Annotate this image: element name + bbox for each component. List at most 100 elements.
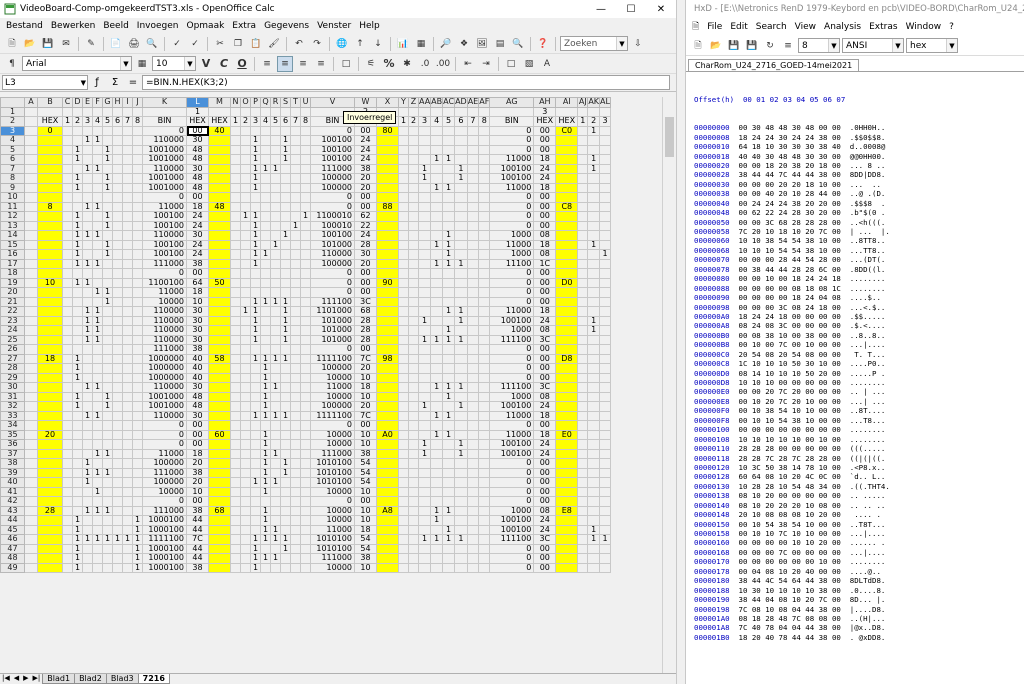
cell[interactable]: [430, 439, 444, 450]
cell[interactable]: [24, 135, 38, 146]
cell[interactable]: [587, 543, 601, 554]
cell[interactable]: 1: [417, 448, 432, 459]
cell[interactable]: [577, 562, 589, 573]
cell[interactable]: 100100: [489, 448, 535, 459]
cell[interactable]: [82, 353, 93, 364]
cell[interactable]: 1: [260, 439, 271, 450]
copy-icon[interactable]: ❐: [230, 36, 246, 52]
cell[interactable]: 44: [186, 543, 209, 554]
row-header[interactable]: 3: [0, 125, 25, 136]
cell[interactable]: 1: [430, 182, 444, 193]
cell[interactable]: [300, 562, 311, 573]
menu-invoegen[interactable]: Invoegen: [133, 21, 183, 31]
cell[interactable]: [478, 353, 491, 364]
cell[interactable]: [599, 325, 611, 336]
cell[interactable]: [587, 429, 601, 440]
column-header[interactable]: S: [280, 97, 291, 108]
cell[interactable]: [62, 458, 73, 469]
chevron-down-icon[interactable]: ▼: [828, 39, 839, 52]
cell[interactable]: [478, 534, 491, 545]
sheet-tab-7216[interactable]: 7216: [137, 674, 170, 684]
cell[interactable]: [24, 562, 38, 573]
cell[interactable]: [132, 467, 143, 478]
cell[interactable]: [376, 363, 399, 374]
cell[interactable]: [280, 287, 291, 298]
cell[interactable]: [112, 420, 123, 431]
cell[interactable]: [92, 125, 103, 136]
cell[interactable]: [112, 391, 123, 402]
cell[interactable]: [230, 239, 241, 250]
cell[interactable]: [62, 192, 73, 203]
cell[interactable]: 110000: [142, 315, 187, 326]
hex-line[interactable]: 000001B0 18 20 40 78 44 44 38 00 . @xDD8…: [694, 633, 1024, 642]
cell[interactable]: [376, 220, 399, 231]
cell[interactable]: 00: [186, 439, 209, 450]
cell[interactable]: [398, 268, 409, 279]
cell[interactable]: 38: [186, 505, 209, 516]
cell[interactable]: [270, 334, 281, 345]
cell[interactable]: [72, 315, 83, 326]
cell[interactable]: [290, 315, 301, 326]
cell[interactable]: [466, 344, 480, 355]
cell[interactable]: 24: [354, 230, 377, 241]
cell[interactable]: 30: [186, 382, 209, 393]
cell[interactable]: [92, 268, 103, 279]
cell[interactable]: [270, 363, 281, 374]
cell[interactable]: [132, 505, 143, 516]
cell[interactable]: [208, 401, 231, 412]
hex-bytes[interactable]: 00 00 3C 68 28 28 28 00: [730, 218, 850, 227]
cell[interactable]: 0: [142, 429, 187, 440]
new-file-icon[interactable]: 🗎: [690, 38, 706, 54]
cell[interactable]: [260, 420, 271, 431]
cell[interactable]: [290, 277, 301, 288]
cell[interactable]: 40: [186, 353, 209, 364]
cell[interactable]: [270, 211, 281, 222]
row-header[interactable]: 11: [0, 201, 25, 212]
cell[interactable]: [62, 467, 73, 478]
hex-bytes[interactable]: 10 30 10 10 10 10 38 00: [730, 586, 850, 595]
cell[interactable]: 0: [489, 467, 535, 478]
cell[interactable]: [408, 401, 419, 412]
cell[interactable]: [555, 239, 579, 250]
row-header[interactable]: 34: [0, 420, 25, 431]
cell[interactable]: [577, 296, 589, 307]
column-header[interactable]: AH: [533, 97, 557, 108]
cell[interactable]: [454, 420, 468, 431]
hex-ascii[interactable]: ....P0..: [850, 359, 886, 368]
cell[interactable]: [555, 372, 579, 383]
bold-icon[interactable]: V: [198, 56, 214, 72]
cell[interactable]: [132, 192, 143, 203]
cell[interactable]: [577, 515, 589, 526]
cell[interactable]: [250, 429, 261, 440]
cell[interactable]: 1: [82, 201, 93, 212]
cell[interactable]: [599, 382, 611, 393]
cell[interactable]: [300, 249, 311, 260]
display-mode-select[interactable]: hex ▼: [906, 38, 958, 53]
cell[interactable]: [270, 306, 281, 317]
undo-icon[interactable]: ↶: [291, 36, 307, 52]
cell[interactable]: [62, 239, 73, 250]
cell[interactable]: [24, 401, 38, 412]
cell[interactable]: [478, 125, 491, 136]
cell[interactable]: 00: [186, 429, 209, 440]
cell[interactable]: [270, 201, 281, 212]
cell[interactable]: [587, 334, 601, 345]
cell[interactable]: 1000: [489, 325, 535, 336]
cell[interactable]: [37, 230, 63, 241]
cell[interactable]: [300, 353, 311, 364]
cell[interactable]: [587, 467, 601, 478]
cell[interactable]: 1: [587, 524, 601, 535]
cell[interactable]: [112, 163, 123, 174]
cell[interactable]: [280, 496, 291, 507]
column-header[interactable]: R: [270, 97, 281, 108]
cell[interactable]: [300, 163, 311, 174]
sheet-tab-blad2[interactable]: Blad2: [74, 674, 107, 684]
hex-bytes[interactable]: 00 00 40 20 10 28 44 00: [730, 189, 850, 198]
cell[interactable]: [230, 277, 241, 288]
cell[interactable]: [555, 154, 579, 165]
hex-line[interactable]: 000000A0 18 24 24 18 00 00 00 00 .$$....…: [694, 312, 1024, 321]
cell[interactable]: [280, 106, 291, 117]
cell[interactable]: 18: [533, 306, 557, 317]
cell[interactable]: [599, 524, 611, 535]
cell[interactable]: [478, 239, 491, 250]
